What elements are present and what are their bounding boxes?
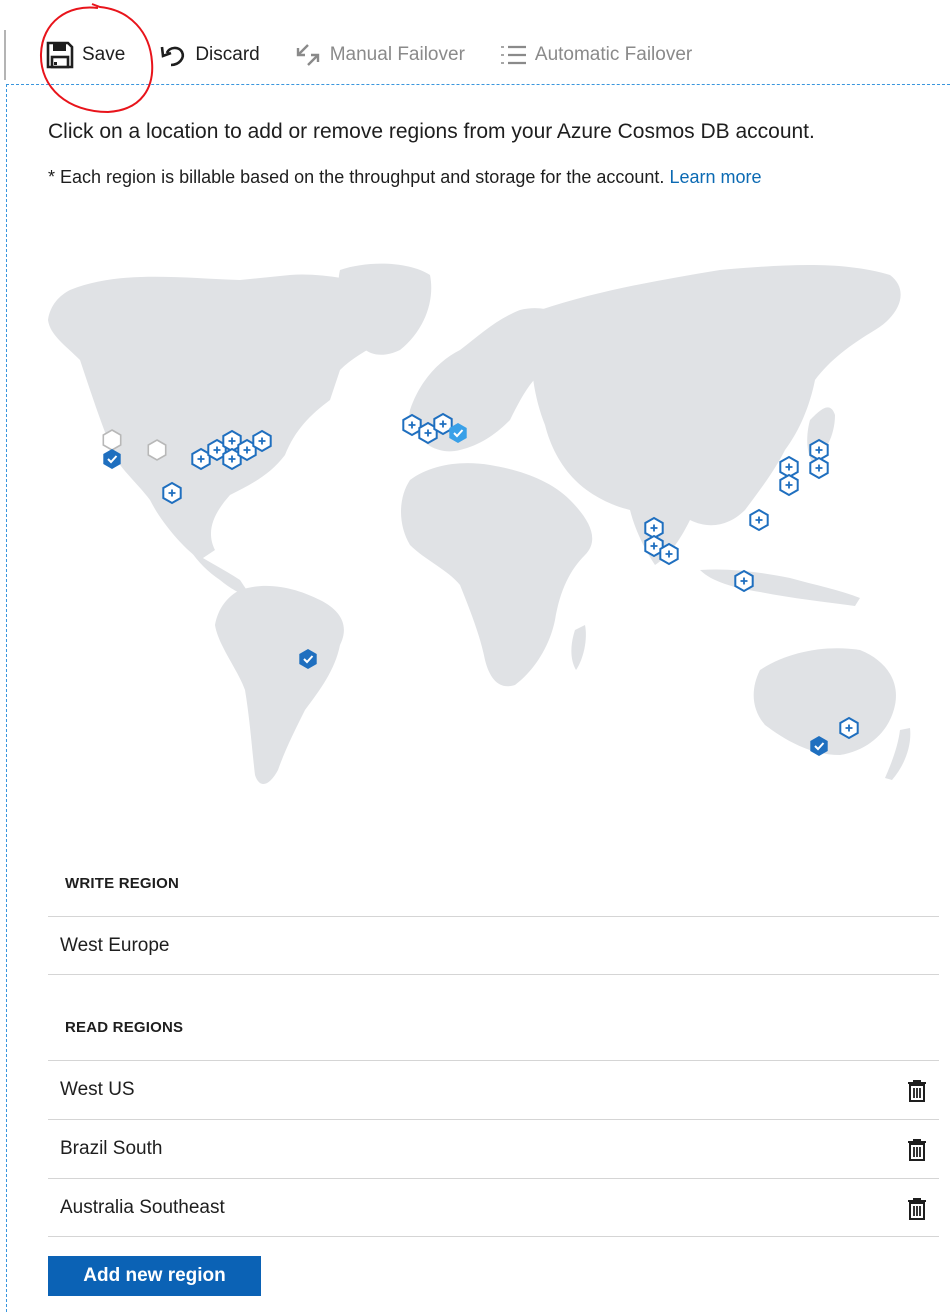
billing-note: * Each region is billable based on the t… (48, 167, 762, 188)
read-regions-heading: READ REGIONS (65, 1019, 184, 1036)
add-new-region-button[interactable]: Add new region (48, 1256, 261, 1296)
read-region-row: West US (48, 1060, 939, 1119)
read-region-row: Brazil South (48, 1119, 939, 1178)
automatic-failover-button[interactable]: Automatic Failover (499, 41, 692, 69)
save-label: Save (82, 44, 126, 65)
landmass-central-america (190, 550, 250, 595)
discard-button[interactable]: Discard (159, 41, 260, 69)
landmass-new-zealand (885, 728, 911, 780)
trash-icon (908, 1197, 926, 1220)
region-marker-add[interactable] (162, 482, 182, 504)
write-region-heading: WRITE REGION (65, 875, 180, 892)
landmass-indonesia (700, 569, 860, 606)
trash-icon (908, 1139, 926, 1161)
region-marker-add[interactable] (252, 430, 272, 452)
manual-failover-button[interactable]: Manual Failover (294, 41, 465, 69)
read-region-name: Australia Southeast (60, 1196, 225, 1218)
region-marker-add[interactable] (402, 414, 422, 436)
landmass-australia (753, 648, 896, 755)
read-region-row: Australia Southeast (48, 1178, 939, 1237)
continents (48, 263, 911, 785)
landmass-africa (401, 463, 593, 687)
read-region-name: West US (60, 1079, 135, 1100)
region-marker-add[interactable] (779, 474, 799, 496)
learn-more-link[interactable]: Learn more (669, 167, 761, 187)
delete-region-button[interactable] (907, 1196, 927, 1220)
trash-icon (908, 1080, 926, 1102)
region-marker-add[interactable] (734, 570, 754, 592)
discard-label: Discard (195, 44, 260, 65)
landmass-madagascar (571, 625, 586, 670)
region-marker-add[interactable] (191, 448, 211, 470)
delete-region-button[interactable] (907, 1078, 927, 1102)
write-region-name: West Europe (60, 934, 170, 956)
region-marker-add[interactable] (433, 413, 453, 435)
landmass-south-america (215, 585, 344, 785)
instructions-text: Click on a location to add or remove reg… (48, 120, 815, 143)
undo-icon (161, 46, 185, 67)
region-marker-add[interactable] (749, 509, 769, 531)
billing-note-text: * Each region is billable based on the t… (48, 167, 665, 187)
save-icon (46, 41, 74, 69)
landmass-asia (531, 265, 901, 565)
region-marker-available[interactable] (147, 439, 167, 461)
automatic-failover-label: Automatic Failover (534, 44, 693, 65)
region-marker-add[interactable] (809, 457, 829, 479)
swap-arrows-icon (296, 44, 319, 66)
region-marker-add[interactable] (659, 543, 679, 565)
region-marker-available[interactable] (102, 429, 122, 451)
manual-failover-label: Manual Failover (329, 44, 465, 65)
blade-edge (4, 30, 6, 80)
numbered-list-icon (500, 45, 526, 65)
write-region-row: West Europe (48, 916, 939, 975)
world-map[interactable] (40, 250, 950, 810)
delete-region-button[interactable] (907, 1137, 927, 1161)
read-region-name: Brazil South (60, 1138, 163, 1159)
region-marker-add[interactable] (839, 717, 859, 739)
save-button[interactable]: Save (46, 41, 125, 69)
command-bar: Save Discard Manual Failover Automatic F… (46, 36, 726, 74)
